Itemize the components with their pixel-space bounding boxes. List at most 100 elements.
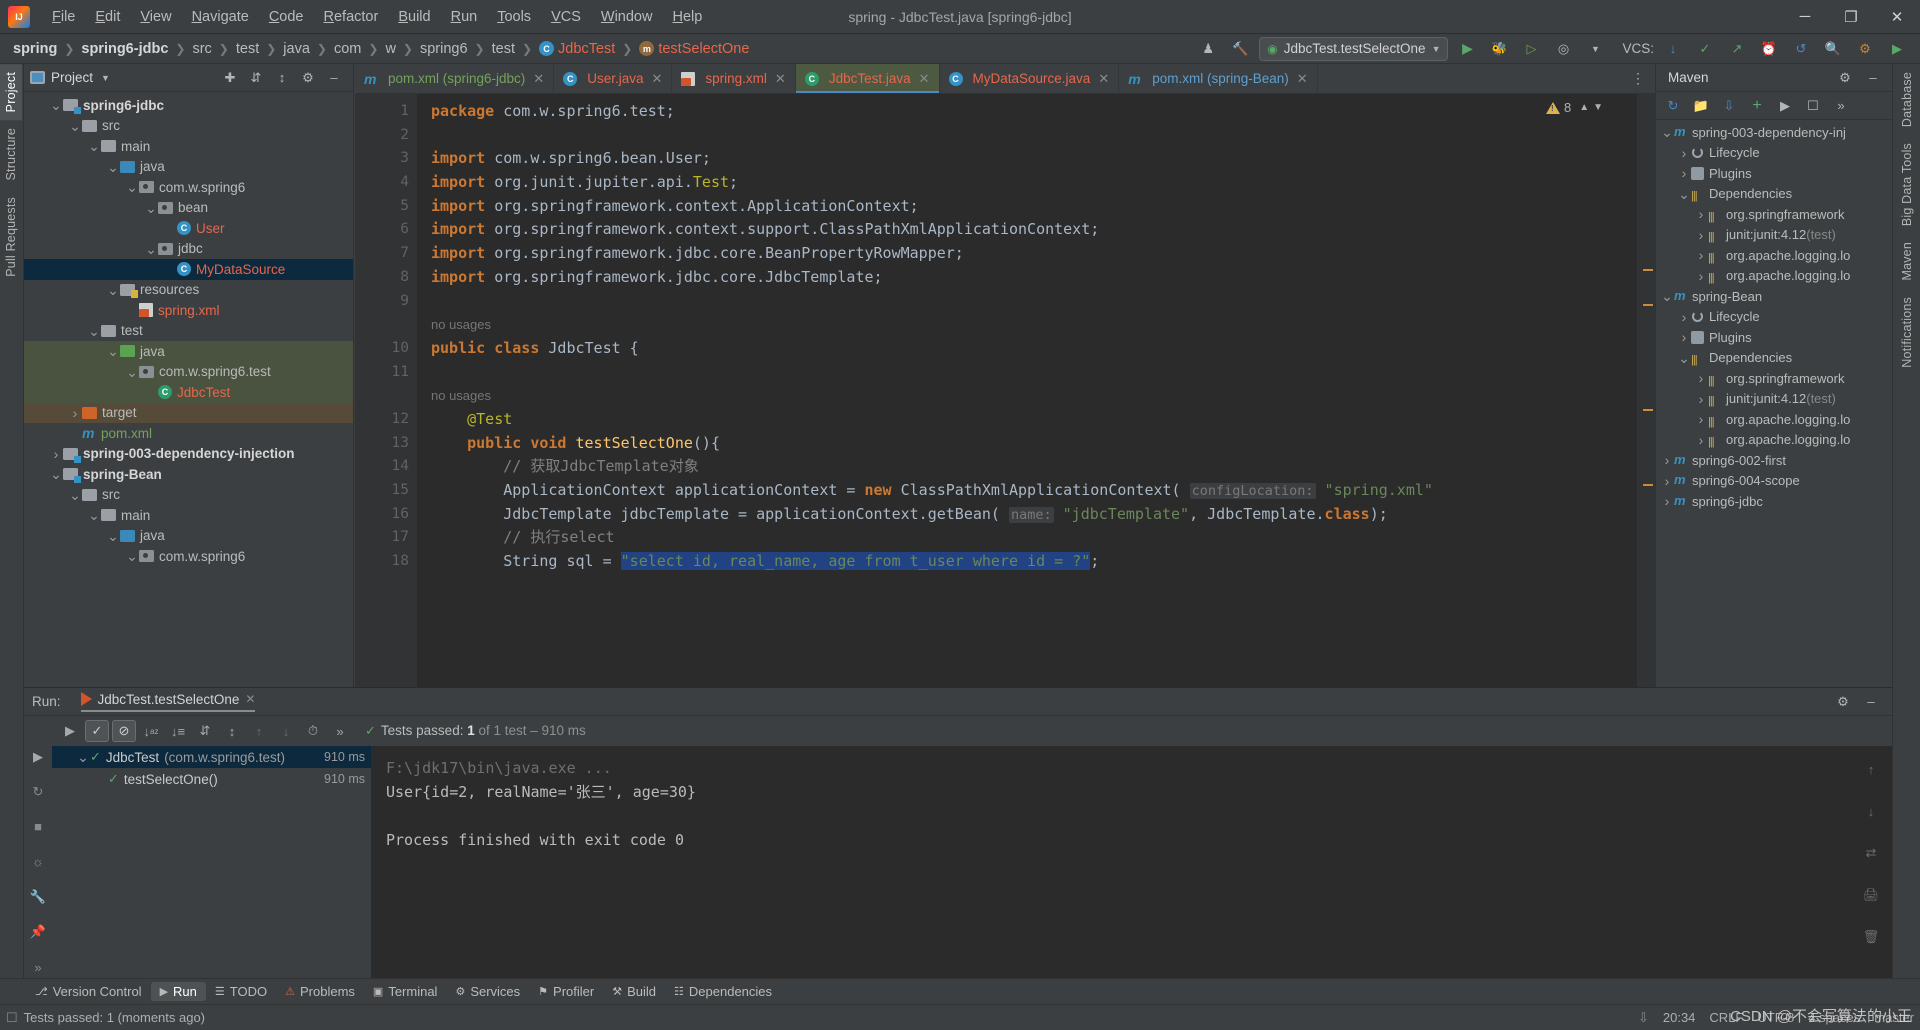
maven-tree-node-spring6-004-scope[interactable]: › m spring6-004-scope [1656, 471, 1892, 492]
code-editor[interactable]: 123−45678−910▶111213▶−1415161718 package… [355, 94, 1655, 735]
chevron-right-icon[interactable]: › [1694, 268, 1708, 284]
chevron-down-icon[interactable]: ⌄ [144, 201, 158, 215]
stop-icon[interactable]: ■ [26, 816, 50, 837]
tree-node-target[interactable]: › target [24, 402, 353, 423]
chevron-down-icon[interactable]: ⌄ [1677, 187, 1691, 201]
expand-all-icon[interactable]: ⇵ [193, 720, 217, 742]
test-history-icon[interactable]: ⏱ [301, 720, 325, 742]
print-icon[interactable]: 🖨 [1859, 884, 1883, 906]
prev-failed-icon[interactable]: ↑ [247, 720, 271, 742]
tool-window-button-todo[interactable]: ☰ TODO [206, 982, 276, 1001]
chevron-down-icon[interactable]: ⌄ [1660, 289, 1674, 303]
tree-node-src[interactable]: ⌄ src [24, 485, 353, 506]
tool-window-tab-database[interactable]: Database [1896, 64, 1918, 135]
chevron-down-icon[interactable]: ⌄ [106, 529, 120, 543]
tree-node-java[interactable]: ⌄ java [24, 341, 353, 362]
code-line[interactable]: package com.w.spring6.test; [417, 100, 1637, 124]
tool-window-tab-structure[interactable]: Structure [0, 120, 22, 189]
maven-tree[interactable]: ⌄ m spring-003-dependency-inj › Lifecycle › Pl… [1656, 120, 1892, 735]
chevron-right-icon[interactable]: › [1677, 309, 1691, 325]
breadcrumb-item-spring6[interactable]: spring6 [417, 39, 471, 59]
run-configuration-selector[interactable]: ◉ JdbcTest.testSelectOne ▼ [1259, 36, 1449, 61]
tree-node-spring-003-dependency-injection[interactable]: › spring-003-dependency-injection [24, 444, 353, 465]
maven-tree-node-spring-003-dependency-inj[interactable]: ⌄ m spring-003-dependency-inj [1656, 122, 1892, 143]
code-line[interactable]: import org.springframework.context.Appli… [417, 195, 1637, 219]
close-tab-icon[interactable]: ✕ [775, 71, 786, 87]
scroll-up-icon[interactable]: ↑ [1859, 758, 1883, 780]
download-sources-icon[interactable]: ⇩ [1716, 94, 1742, 118]
chevron-down-icon[interactable]: ⌄ [1660, 125, 1674, 139]
run-maven-goal-icon[interactable]: ▶ [1772, 94, 1798, 118]
chevron-down-icon[interactable]: ⌄ [1677, 351, 1691, 365]
test-results-tree[interactable]: ⌄ ✓ JdbcTest (com.w.spring6.test) 910 ms ✓ tes… [52, 746, 372, 978]
hide-panel-icon[interactable]: – [1858, 690, 1884, 714]
maven-tree-node-org-springframework[interactable]: › org.springframework [1656, 368, 1892, 389]
more-actions-icon[interactable]: ▶ [1884, 37, 1910, 61]
code-line[interactable]: public class JdbcTest { [417, 337, 1637, 361]
chevron-right-icon[interactable]: › [1660, 452, 1674, 468]
tool-window-tab-big-data-tools[interactable]: Big Data Tools [1896, 135, 1918, 234]
breadcrumb-item-com[interactable]: com [331, 39, 364, 59]
code-line[interactable]: import org.junit.jupiter.api.Test; [417, 171, 1637, 195]
editor-marker-bar[interactable] [1637, 94, 1655, 735]
chevron-right-icon[interactable]: › [1660, 493, 1674, 509]
run-icon[interactable]: ▶ [1454, 37, 1480, 61]
more-icon[interactable]: » [1828, 94, 1854, 118]
menu-help[interactable]: Help [662, 5, 712, 29]
breadcrumb-item-test[interactable]: test [233, 39, 262, 59]
tool-window-tab-maven[interactable]: Maven [1896, 234, 1918, 289]
menu-file[interactable]: File [42, 5, 85, 29]
inspection-status-badge[interactable]: 8 ▲ ▼ [1545, 100, 1603, 115]
breadcrumb-item-java[interactable]: java [280, 39, 313, 59]
code-line[interactable]: import org.springframework.jdbc.core.Bea… [417, 242, 1637, 266]
tool-window-button-problems[interactable]: ⚠ Problems [276, 982, 364, 1001]
tree-node-spring-bean[interactable]: ⌄ spring-Bean [24, 464, 353, 485]
show-passed-icon[interactable]: ✓ [85, 720, 109, 742]
breadcrumb-item-src[interactable]: src [189, 39, 214, 59]
add-icon[interactable]: + [1744, 94, 1770, 118]
test-row-testselectone-[interactable]: ✓ testSelectOne() 910 ms [52, 768, 371, 790]
chevron-down-icon[interactable]: ⌄ [106, 283, 120, 297]
console-output[interactable]: F:\jdk17\bin\java.exe ... User{id=2, real… [372, 746, 1850, 978]
breadcrumb-item-jdbctest[interactable]: C JdbcTest [536, 39, 618, 59]
menu-build[interactable]: Build [388, 5, 440, 29]
hide-panel-icon[interactable]: – [1860, 66, 1886, 90]
collapse-all-icon[interactable]: ↕ [269, 66, 295, 90]
tree-node-spring6-jdbc[interactable]: ⌄ spring6-jdbc [24, 95, 353, 116]
download-icon[interactable]: ⇩ [1638, 1010, 1649, 1026]
code-line[interactable]: public void testSelectOne(){ [417, 432, 1637, 456]
chevron-down-icon[interactable]: ⌄ [125, 180, 139, 194]
camera-icon[interactable]: ☼ [26, 851, 50, 872]
indent-setting[interactable]: 4 spaces [1808, 1010, 1860, 1025]
vcs-push-icon[interactable]: ↗ [1724, 37, 1750, 61]
scroll-down-icon[interactable]: ↓ [1859, 800, 1883, 822]
tree-node-jdbctest[interactable]: C JdbcTest [24, 382, 353, 403]
more-icon[interactable]: » [26, 957, 50, 978]
editor-tab-user-java[interactable]: C User.java ✕ [554, 64, 673, 93]
chevron-right-icon[interactable]: › [68, 405, 82, 421]
settings-gear-icon[interactable]: ⚙ [295, 66, 321, 90]
tree-node-com-w-spring6[interactable]: ⌄ com.w.spring6 [24, 546, 353, 567]
tree-node-com-w-spring6[interactable]: ⌄ com.w.spring6 [24, 177, 353, 198]
next-failed-icon[interactable]: ↓ [274, 720, 298, 742]
settings-gear-icon[interactable]: ⚙ [1830, 690, 1856, 714]
code-line[interactable] [417, 361, 1637, 385]
rerun-tests-icon[interactable]: ▶ [58, 720, 82, 742]
chevron-down-icon[interactable]: ⌄ [125, 549, 139, 563]
chevron-down-icon[interactable]: ▼ [1593, 102, 1603, 113]
maven-tree-node-dependencies[interactable]: ⌄ Dependencies [1656, 184, 1892, 205]
close-button[interactable]: ✕ [1874, 0, 1920, 34]
tool-window-tab-project[interactable]: Project [0, 64, 22, 121]
add-module-icon[interactable]: 📁 [1688, 94, 1714, 118]
tool-window-button-profiler[interactable]: ⚑ Profiler [529, 982, 603, 1001]
chevron-down-icon[interactable]: ⌄ [49, 98, 63, 112]
line-separator[interactable]: CRLF [1709, 1010, 1743, 1025]
tree-node-spring-xml[interactable]: spring.xml [24, 300, 353, 321]
editor-tab-pom-xml-spring6-jdbc-[interactable]: m pom.xml (spring6-jdbc) ✕ [355, 64, 555, 93]
vcs-history-icon[interactable]: ⏰ [1756, 37, 1782, 61]
tree-node-resources[interactable]: ⌄ resources [24, 280, 353, 301]
chevron-right-icon[interactable]: › [1677, 145, 1691, 161]
menu-refactor[interactable]: Refactor [314, 5, 389, 29]
search-icon[interactable]: 🔍 [1820, 37, 1846, 61]
code-line[interactable]: import org.springframework.jdbc.core.Jdb… [417, 266, 1637, 290]
